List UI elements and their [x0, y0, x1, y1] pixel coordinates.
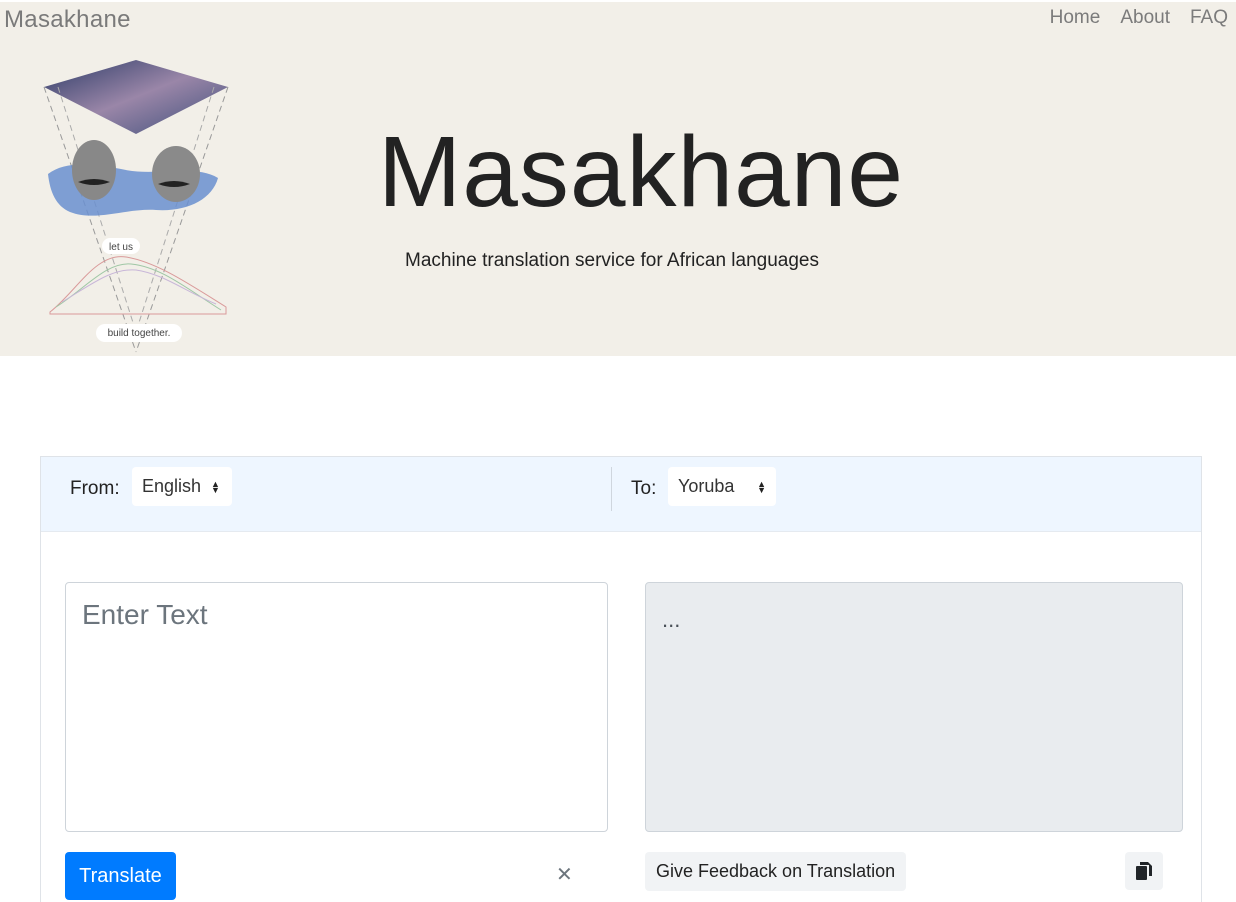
copy-icon [1136, 862, 1152, 880]
language-selector-bar: From: English ▲ ▼ To: Yoruba ▲ ▼ [41, 457, 1201, 532]
translator-card: From: English ▲ ▼ To: Yoruba ▲ ▼ Enter Tex… [40, 456, 1202, 902]
translate-button[interactable]: Translate [65, 852, 176, 900]
give-feedback-button[interactable]: Give Feedback on Translation [645, 852, 907, 891]
to-label: To: [631, 478, 657, 499]
to-language-select[interactable]: Yoruba ▲ ▼ [668, 467, 776, 506]
to-language-value: Yoruba [678, 476, 735, 496]
from-label: From: [70, 478, 120, 499]
source-text-placeholder: Enter Text [82, 599, 208, 630]
brand-logo-text[interactable]: Masakhane [4, 6, 131, 34]
hero-title: Masakhane [378, 116, 904, 228]
source-text-input[interactable]: Enter Text [65, 582, 608, 832]
nav-faq-link[interactable]: FAQ [1190, 7, 1228, 29]
select-arrows-icon: ▲ ▼ [757, 478, 766, 495]
select-arrows-icon: ▲ ▼ [211, 478, 220, 495]
from-language-value: English [142, 476, 202, 496]
nav-about-link[interactable]: About [1120, 7, 1170, 29]
hero-section: Masakhane Home About FAQ let us build to… [0, 2, 1236, 356]
top-nav: Home About FAQ [1050, 7, 1228, 29]
header-divider [611, 467, 612, 511]
translation-output-text: ... [662, 607, 681, 632]
hero-subtitle: Machine translation service for African … [405, 250, 820, 271]
translation-output: ... [645, 582, 1183, 832]
close-icon[interactable]: ✕ [556, 862, 573, 887]
logo-text-let-us: let us [109, 242, 133, 253]
copy-button[interactable] [1125, 852, 1163, 890]
from-language-select[interactable]: English ▲ ▼ [132, 467, 232, 506]
masakhane-logo-image: let us build together. [43, 60, 229, 353]
nav-home-link[interactable]: Home [1050, 7, 1101, 29]
logo-text-build-together: build together. [108, 328, 171, 339]
